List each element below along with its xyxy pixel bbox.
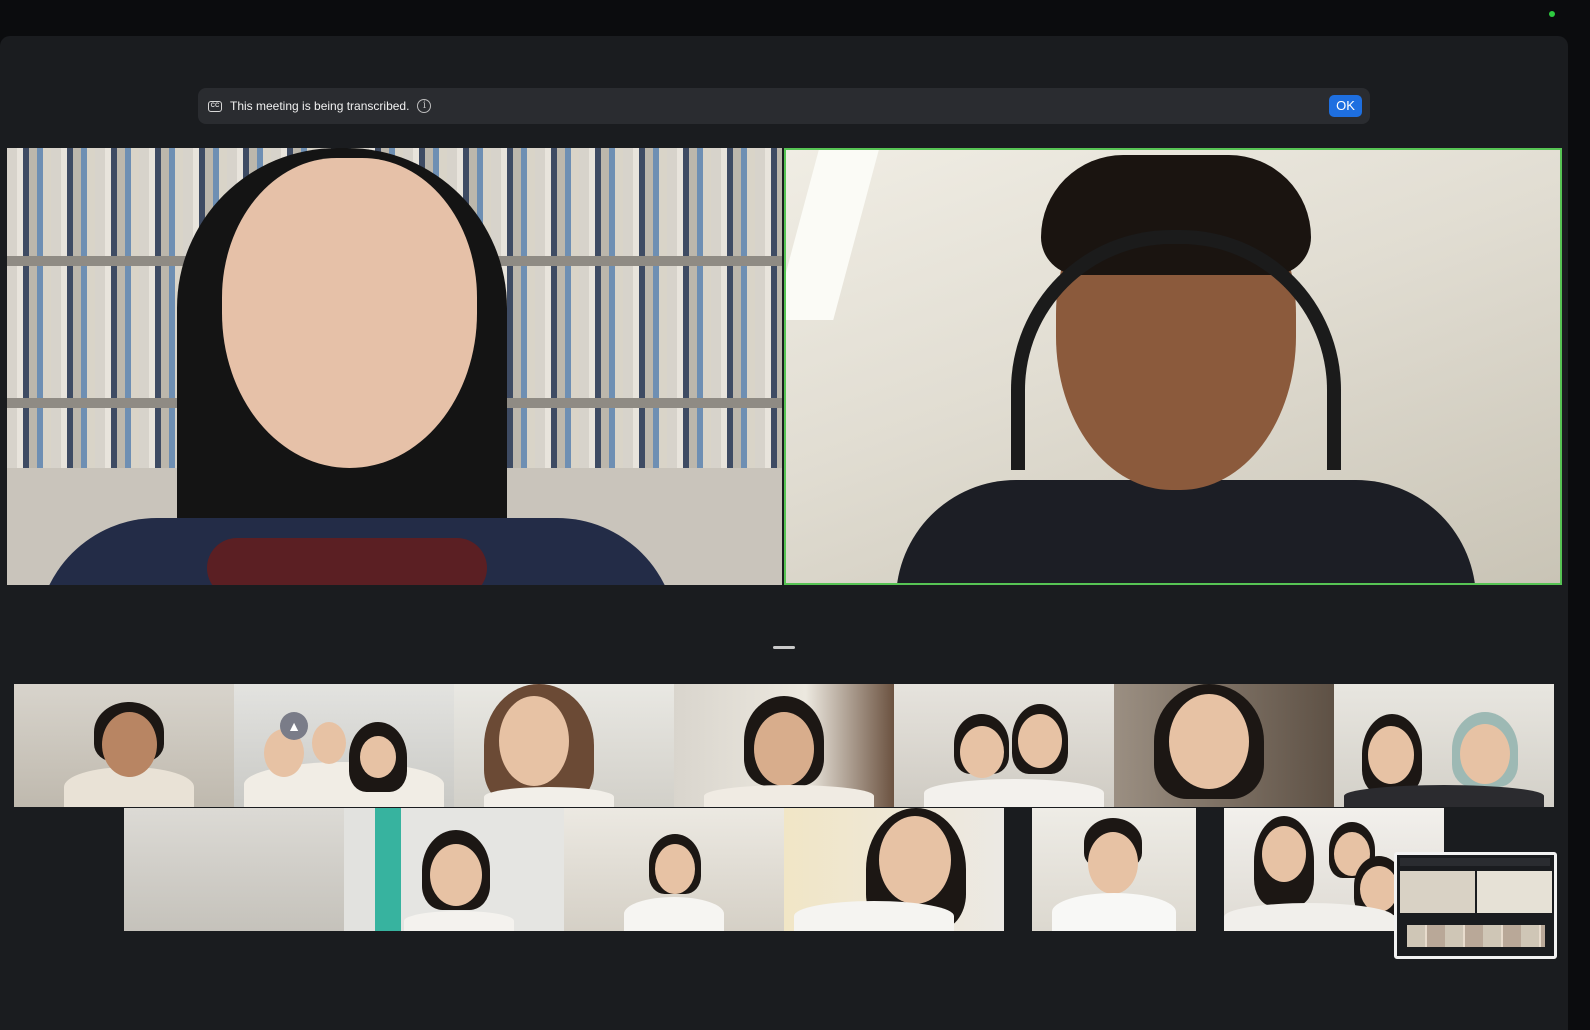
participant-face [1088, 832, 1138, 894]
participant-face [1169, 694, 1249, 789]
ceiling-light [786, 150, 879, 320]
participant-body [484, 787, 614, 807]
participant-body [1344, 785, 1544, 807]
thumbs-up-reaction-icon: ▲ [280, 712, 308, 740]
gallery-tile-5[interactable] [894, 684, 1114, 807]
participant-body [924, 779, 1104, 807]
participant-body [1224, 903, 1394, 931]
video-tile-main-1[interactable] [7, 148, 782, 585]
gallery-tile-7[interactable] [1334, 684, 1554, 807]
participant-face [360, 736, 396, 778]
gallery-tile-10[interactable] [564, 808, 784, 931]
participant-face [499, 696, 569, 786]
self-view-video-2 [1477, 871, 1552, 913]
gallery-tile-2[interactable]: ▲ [234, 684, 454, 807]
participant-body [624, 897, 724, 931]
participant-face [879, 816, 951, 904]
camera-status-dot [1549, 11, 1555, 17]
gallery-tile-1[interactable] [14, 684, 234, 807]
ok-button[interactable]: OK [1329, 95, 1362, 117]
participant-face [754, 712, 814, 786]
gallery-tile-3[interactable] [454, 684, 674, 807]
video-tile-main-2-active-speaker[interactable] [784, 148, 1562, 585]
gallery-tile-11[interactable] [784, 808, 1004, 931]
participant-face [102, 712, 157, 777]
gallery-tile-8-video-off[interactable] [124, 808, 344, 931]
self-view-video-1 [1400, 871, 1475, 913]
transcription-banner: CC This meeting is being transcribed. i … [198, 88, 1370, 124]
participant-face [1262, 826, 1306, 882]
self-view-gallery-strip [1407, 925, 1545, 947]
self-view-thumbnail[interactable] [1394, 852, 1557, 959]
participant-body [794, 901, 954, 931]
participant-body [704, 785, 874, 807]
participant-body [404, 911, 514, 931]
gallery-tile-9[interactable] [344, 808, 564, 931]
gallery-tile-4[interactable] [674, 684, 894, 807]
participant-face [1018, 714, 1062, 768]
participant-face [1360, 866, 1398, 912]
participant-face [222, 158, 477, 468]
participant-scarf [207, 538, 487, 585]
transcription-notice-text: This meeting is being transcribed. [230, 99, 410, 113]
participant-face [1460, 724, 1510, 784]
gallery-tile-6[interactable] [1114, 684, 1334, 807]
participant-face [430, 844, 482, 906]
gallery-tile-12[interactable] [1032, 808, 1196, 931]
participant-body [1052, 893, 1176, 931]
participant-face [312, 722, 346, 764]
participant-face [960, 726, 1004, 778]
info-icon[interactable]: i [417, 99, 432, 113]
self-view-banner [1400, 858, 1550, 866]
participant-face [1368, 726, 1414, 784]
closed-captions-icon: CC [208, 100, 222, 112]
participant-body [896, 480, 1476, 583]
participant-face [655, 844, 695, 894]
gallery-resize-handle[interactable] [773, 646, 795, 649]
